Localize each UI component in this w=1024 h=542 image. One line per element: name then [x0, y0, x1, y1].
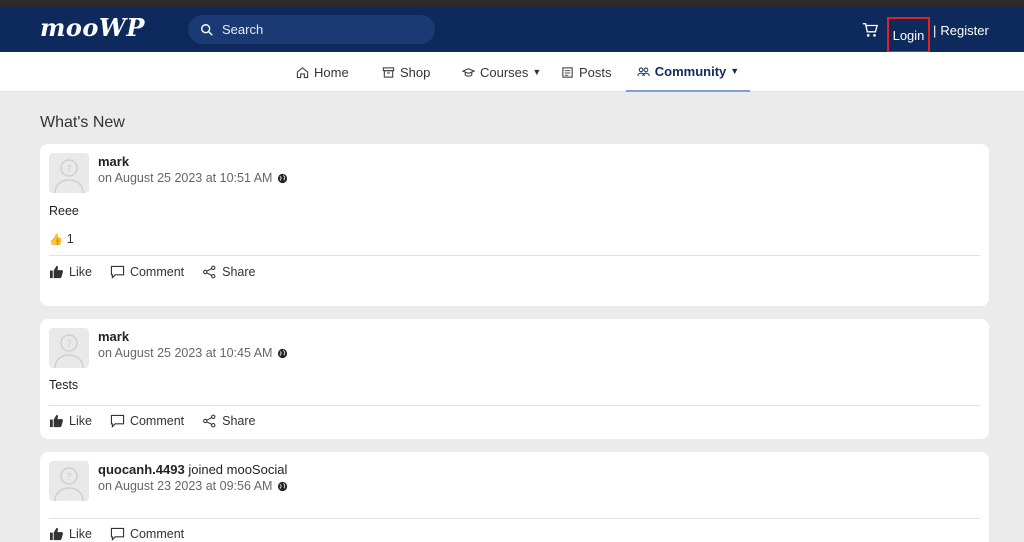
comment-button[interactable]: Comment — [110, 527, 184, 541]
nav-community-label: Community — [654, 63, 727, 79]
post-meta: on August 23 2023 at 09:56 AM — [98, 479, 288, 493]
divider — [49, 405, 980, 406]
thumbs-up-icon — [49, 527, 64, 541]
nav-shop[interactable]: Shop — [382, 52, 430, 92]
default-avatar-icon: ? — [54, 334, 84, 368]
globe-icon — [278, 348, 288, 358]
nav-shop-label: Shop — [400, 64, 431, 80]
comment-label: Comment — [129, 527, 185, 541]
share-label: Share — [222, 265, 256, 279]
share-label: Share — [222, 414, 256, 428]
post-actions: Like Comment Share — [49, 414, 273, 428]
site-header: mooWP Search Login | Register — [0, 7, 1024, 53]
post-author[interactable]: mark — [98, 329, 129, 344]
comment-icon — [110, 265, 125, 279]
section-title: What's New — [40, 114, 125, 131]
share-icon — [203, 414, 216, 428]
comment-button[interactable]: Comment — [110, 265, 184, 279]
post-author[interactable]: mark — [98, 154, 129, 169]
nav-courses[interactable]: Courses ▼ — [462, 52, 541, 92]
like-button[interactable]: Like — [49, 265, 92, 279]
svg-text:?: ? — [66, 472, 71, 483]
search-input[interactable]: Search — [222, 22, 263, 37]
search-icon — [201, 23, 213, 36]
nav-courses-label: Courses — [480, 64, 529, 80]
thumbs-up-icon — [49, 414, 64, 428]
auth-separator: | — [933, 22, 937, 38]
chevron-down-icon: ▼ — [532, 67, 542, 77]
like-button[interactable]: Like — [49, 527, 92, 541]
nav-home[interactable]: Home — [296, 52, 349, 92]
divider — [49, 255, 980, 256]
like-button[interactable]: Like — [49, 414, 92, 428]
comment-icon — [110, 414, 125, 428]
posts-icon — [562, 66, 573, 78]
register-link[interactable]: Register — [940, 23, 988, 38]
default-avatar-icon: ? — [54, 467, 84, 501]
comment-label: Comment — [129, 414, 185, 428]
post-text: Reee — [49, 204, 79, 218]
like-label: Like — [69, 414, 92, 428]
login-link[interactable]: Login — [887, 17, 930, 53]
like-label: Like — [69, 527, 92, 541]
globe-icon — [278, 481, 288, 491]
avatar[interactable]: ? — [49, 461, 89, 501]
post-text: Tests — [49, 378, 79, 392]
divider — [49, 518, 980, 519]
main-nav: Home Shop Courses ▼ Posts Community ▼ — [0, 52, 1024, 92]
share-button[interactable]: Share — [202, 265, 255, 279]
like-label: Like — [69, 265, 92, 279]
search-box[interactable]: Search — [188, 15, 435, 44]
avatar[interactable]: ? — [49, 153, 89, 193]
site-logo[interactable]: mooWP — [40, 13, 145, 42]
reaction-number: 1 — [66, 232, 74, 246]
nav-posts-label: Posts — [579, 64, 612, 80]
graduation-cap-icon — [462, 67, 475, 77]
login-label: Login — [892, 27, 925, 43]
share-button[interactable]: Share — [202, 414, 255, 428]
feed-card: ? mark on August 25 2023 at 10:51 AM Ree… — [40, 144, 989, 306]
comment-button[interactable]: Comment — [110, 414, 184, 428]
post-author[interactable]: quocanh.4493 — [98, 462, 185, 477]
post-time[interactable]: on August 25 2023 at 10:51 AM — [98, 171, 272, 185]
cart-icon[interactable] — [861, 21, 879, 39]
share-icon — [203, 265, 216, 279]
reaction-count[interactable]: 👍 1 — [49, 232, 74, 246]
thumbs-up-reaction-icon: 👍 — [49, 233, 63, 246]
post-meta: on August 25 2023 at 10:45 AM — [98, 346, 288, 360]
activity-text: joined mooSocial — [188, 462, 288, 477]
auth-links: Login | Register — [887, 17, 989, 53]
svg-text:?: ? — [66, 164, 71, 175]
globe-icon — [278, 173, 288, 183]
default-avatar-icon: ? — [54, 159, 84, 193]
nav-posts[interactable]: Posts — [561, 52, 612, 92]
avatar[interactable]: ? — [49, 328, 89, 368]
comment-icon — [110, 527, 125, 541]
browser-top-strip — [0, 0, 1024, 7]
community-icon — [637, 67, 650, 76]
nav-home-label: Home — [314, 64, 349, 80]
comment-label: Comment — [129, 265, 185, 279]
thumbs-up-icon — [49, 265, 64, 279]
chevron-down-icon: ▼ — [730, 66, 740, 76]
post-actions: Like Comment Share — [49, 265, 273, 279]
svg-text:?: ? — [66, 339, 71, 350]
feed-card: ? quocanh.4493 joined mooSocial on Augus… — [40, 452, 989, 542]
post-time[interactable]: on August 23 2023 at 09:56 AM — [98, 479, 272, 493]
post-meta: on August 25 2023 at 10:51 AM — [98, 171, 288, 185]
activity-line: quocanh.4493 joined mooSocial — [98, 462, 287, 477]
post-actions: Like Comment — [49, 527, 202, 541]
post-time[interactable]: on August 25 2023 at 10:45 AM — [98, 346, 272, 360]
feed-card: ? mark on August 25 2023 at 10:45 AM Tes… — [40, 319, 989, 439]
nav-community[interactable]: Community ▼ — [626, 52, 750, 92]
shop-icon — [382, 66, 395, 78]
home-icon — [296, 66, 309, 78]
